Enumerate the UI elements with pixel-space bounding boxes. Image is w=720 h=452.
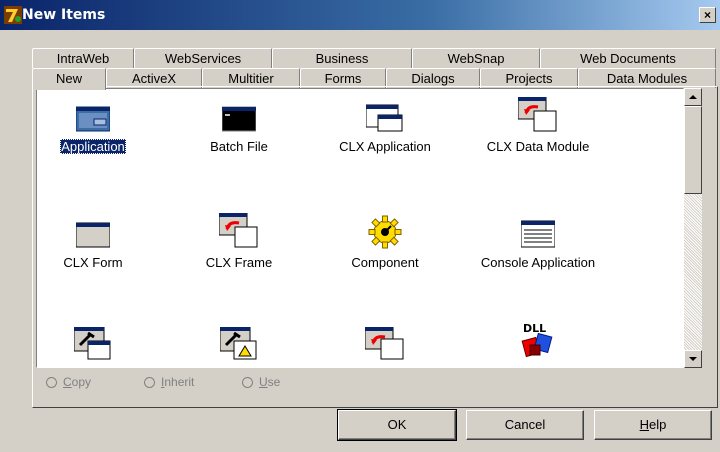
radio-copy-label: opy [71, 375, 92, 389]
list-item-clx-application[interactable]: CLX Application [325, 103, 445, 154]
tab-web-documents[interactable]: Web Documents [540, 48, 716, 68]
clx-application-icon [366, 104, 403, 132]
delphi-app-icon [4, 6, 22, 24]
radio-inherit-label: nherit [164, 375, 195, 389]
tab-multitier[interactable]: Multitier [202, 68, 300, 88]
radio-use[interactable]: Use [242, 375, 280, 389]
help-label: elp [649, 417, 667, 432]
radio-copy[interactable]: Copy [46, 375, 91, 389]
control-panel-application-icon [74, 327, 111, 360]
radio-inherit[interactable]: Inherit [144, 375, 194, 389]
ok-button[interactable]: OK [337, 409, 457, 441]
radio-dot [46, 376, 57, 388]
list-item-console-application[interactable]: Console Application [473, 219, 603, 270]
tab-new[interactable]: New [32, 68, 106, 90]
radio-use-label: se [267, 375, 281, 389]
new-items-list[interactable]: Application Batch File CLX Application C… [36, 88, 684, 368]
tab-business[interactable]: Business [272, 48, 412, 68]
list-item-clx-data-module[interactable]: CLX Data Module [473, 97, 603, 154]
clx-data-module-icon [518, 97, 557, 132]
list-item-label: CLX Application [339, 139, 431, 154]
batch-file-icon [222, 106, 256, 132]
list-item-label: CLX Form [63, 255, 123, 270]
list-item-label: Console Application [480, 255, 596, 270]
list-item-dll[interactable]: DLL [473, 321, 603, 367]
scroll-thumb[interactable] [684, 106, 702, 194]
tab-forms[interactable]: Forms [300, 68, 386, 88]
console-application-icon [521, 220, 555, 248]
cancel-button[interactable]: Cancel [466, 410, 584, 440]
scroll-up-button[interactable] [684, 88, 702, 106]
frame-icon [365, 327, 404, 360]
list-item-frame[interactable] [325, 327, 445, 367]
list-item-clx-form[interactable]: CLX Form [37, 219, 153, 270]
component-gear-icon [368, 215, 402, 249]
tab-websnap[interactable]: WebSnap [412, 48, 540, 68]
tab-webservices[interactable]: WebServices [134, 48, 272, 68]
dll-icon: DLL [521, 322, 553, 358]
list-item-application[interactable]: Application [37, 103, 153, 154]
list-item-clx-frame[interactable]: CLX Frame [179, 213, 299, 270]
tab-activex[interactable]: ActiveX [106, 68, 202, 88]
list-item-label: CLX Frame [205, 255, 273, 270]
list-item-label: CLX Data Module [486, 139, 590, 154]
vertical-scrollbar[interactable] [684, 88, 702, 368]
help-button[interactable]: Help [594, 410, 712, 440]
tab-intraweb[interactable]: IntraWeb [32, 48, 134, 68]
radio-dot [144, 376, 155, 388]
title-bar[interactable]: New Items × [0, 0, 720, 30]
tab-dialogs[interactable]: Dialogs [386, 68, 480, 88]
clx-frame-icon [219, 213, 258, 248]
list-item-label: Batch File [210, 139, 268, 154]
list-item-control-panel-application[interactable] [37, 327, 153, 367]
application-icon [76, 106, 110, 132]
window-title: New Items [22, 7, 106, 23]
radio-dot [242, 376, 253, 388]
radio-use-accel: U [259, 375, 268, 389]
arrow-up-icon [689, 95, 697, 99]
clx-form-icon [76, 222, 110, 248]
list-item-label: Application [60, 139, 126, 154]
arrow-down-icon [689, 357, 697, 361]
radio-copy-accel: C [63, 375, 72, 389]
help-accel: H [639, 417, 650, 432]
list-item-batch-file[interactable]: Batch File [179, 103, 299, 154]
list-item-component[interactable]: Component [325, 215, 445, 270]
scroll-down-button[interactable] [684, 350, 702, 368]
control-panel-module-icon [220, 327, 257, 360]
list-item-label: Component [351, 255, 419, 270]
svg-text:DLL: DLL [523, 322, 546, 335]
tab-data-modules[interactable]: Data Modules [578, 68, 716, 88]
close-button[interactable]: × [699, 7, 716, 23]
tab-projects[interactable]: Projects [480, 68, 578, 88]
list-item-control-panel-module[interactable] [179, 327, 299, 367]
